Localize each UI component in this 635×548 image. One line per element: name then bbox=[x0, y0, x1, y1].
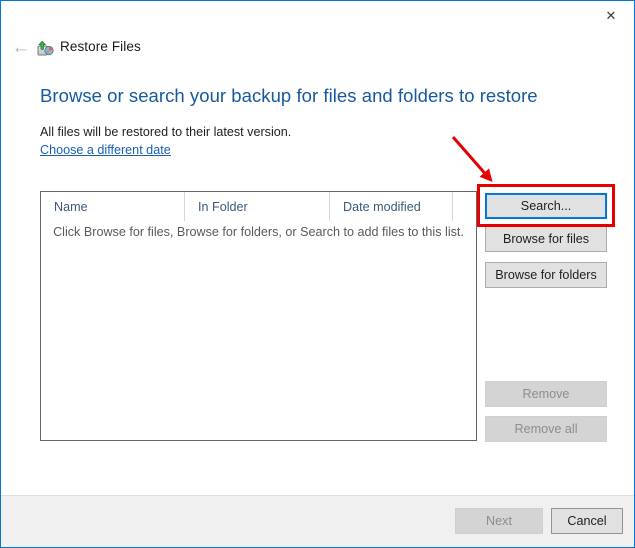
restore-files-dialog: ✕ ← Restore Files Browse or search your … bbox=[0, 0, 635, 548]
column-header-in-folder[interactable]: In Folder bbox=[184, 192, 329, 221]
close-icon[interactable]: ✕ bbox=[588, 1, 634, 30]
browse-for-folders-button[interactable]: Browse for folders bbox=[485, 262, 607, 288]
search-button[interactable]: Search... bbox=[485, 193, 607, 219]
back-arrow-icon[interactable]: ← bbox=[7, 33, 35, 61]
restore-version-note: All files will be restored to their late… bbox=[40, 125, 292, 139]
title-bar: ✕ bbox=[1, 1, 634, 31]
list-empty-message: Click Browse for files, Browse for folde… bbox=[53, 225, 464, 239]
cancel-button[interactable]: Cancel bbox=[551, 508, 623, 534]
column-header-spacer[interactable] bbox=[452, 192, 476, 221]
remove-button: Remove bbox=[485, 381, 607, 407]
remove-all-button: Remove all bbox=[485, 416, 607, 442]
column-header-date-modified[interactable]: Date modified bbox=[329, 192, 452, 221]
list-column-header: Name In Folder Date modified bbox=[41, 192, 476, 221]
choose-different-date-link[interactable]: Choose a different date bbox=[40, 143, 171, 157]
navigation-row: ← Restore Files bbox=[1, 31, 634, 65]
column-header-name[interactable]: Name bbox=[41, 192, 184, 221]
window-title: Restore Files bbox=[60, 39, 141, 54]
page-heading: Browse or search your backup for files a… bbox=[40, 85, 538, 106]
browse-for-files-button[interactable]: Browse for files bbox=[485, 226, 607, 252]
next-button: Next bbox=[455, 508, 543, 534]
restore-file-list[interactable]: Name In Folder Date modified Click Brows… bbox=[40, 191, 477, 441]
annotation-arrow-icon bbox=[441, 129, 531, 195]
restore-files-icon bbox=[37, 40, 54, 57]
dialog-footer: Next Cancel bbox=[1, 495, 634, 547]
